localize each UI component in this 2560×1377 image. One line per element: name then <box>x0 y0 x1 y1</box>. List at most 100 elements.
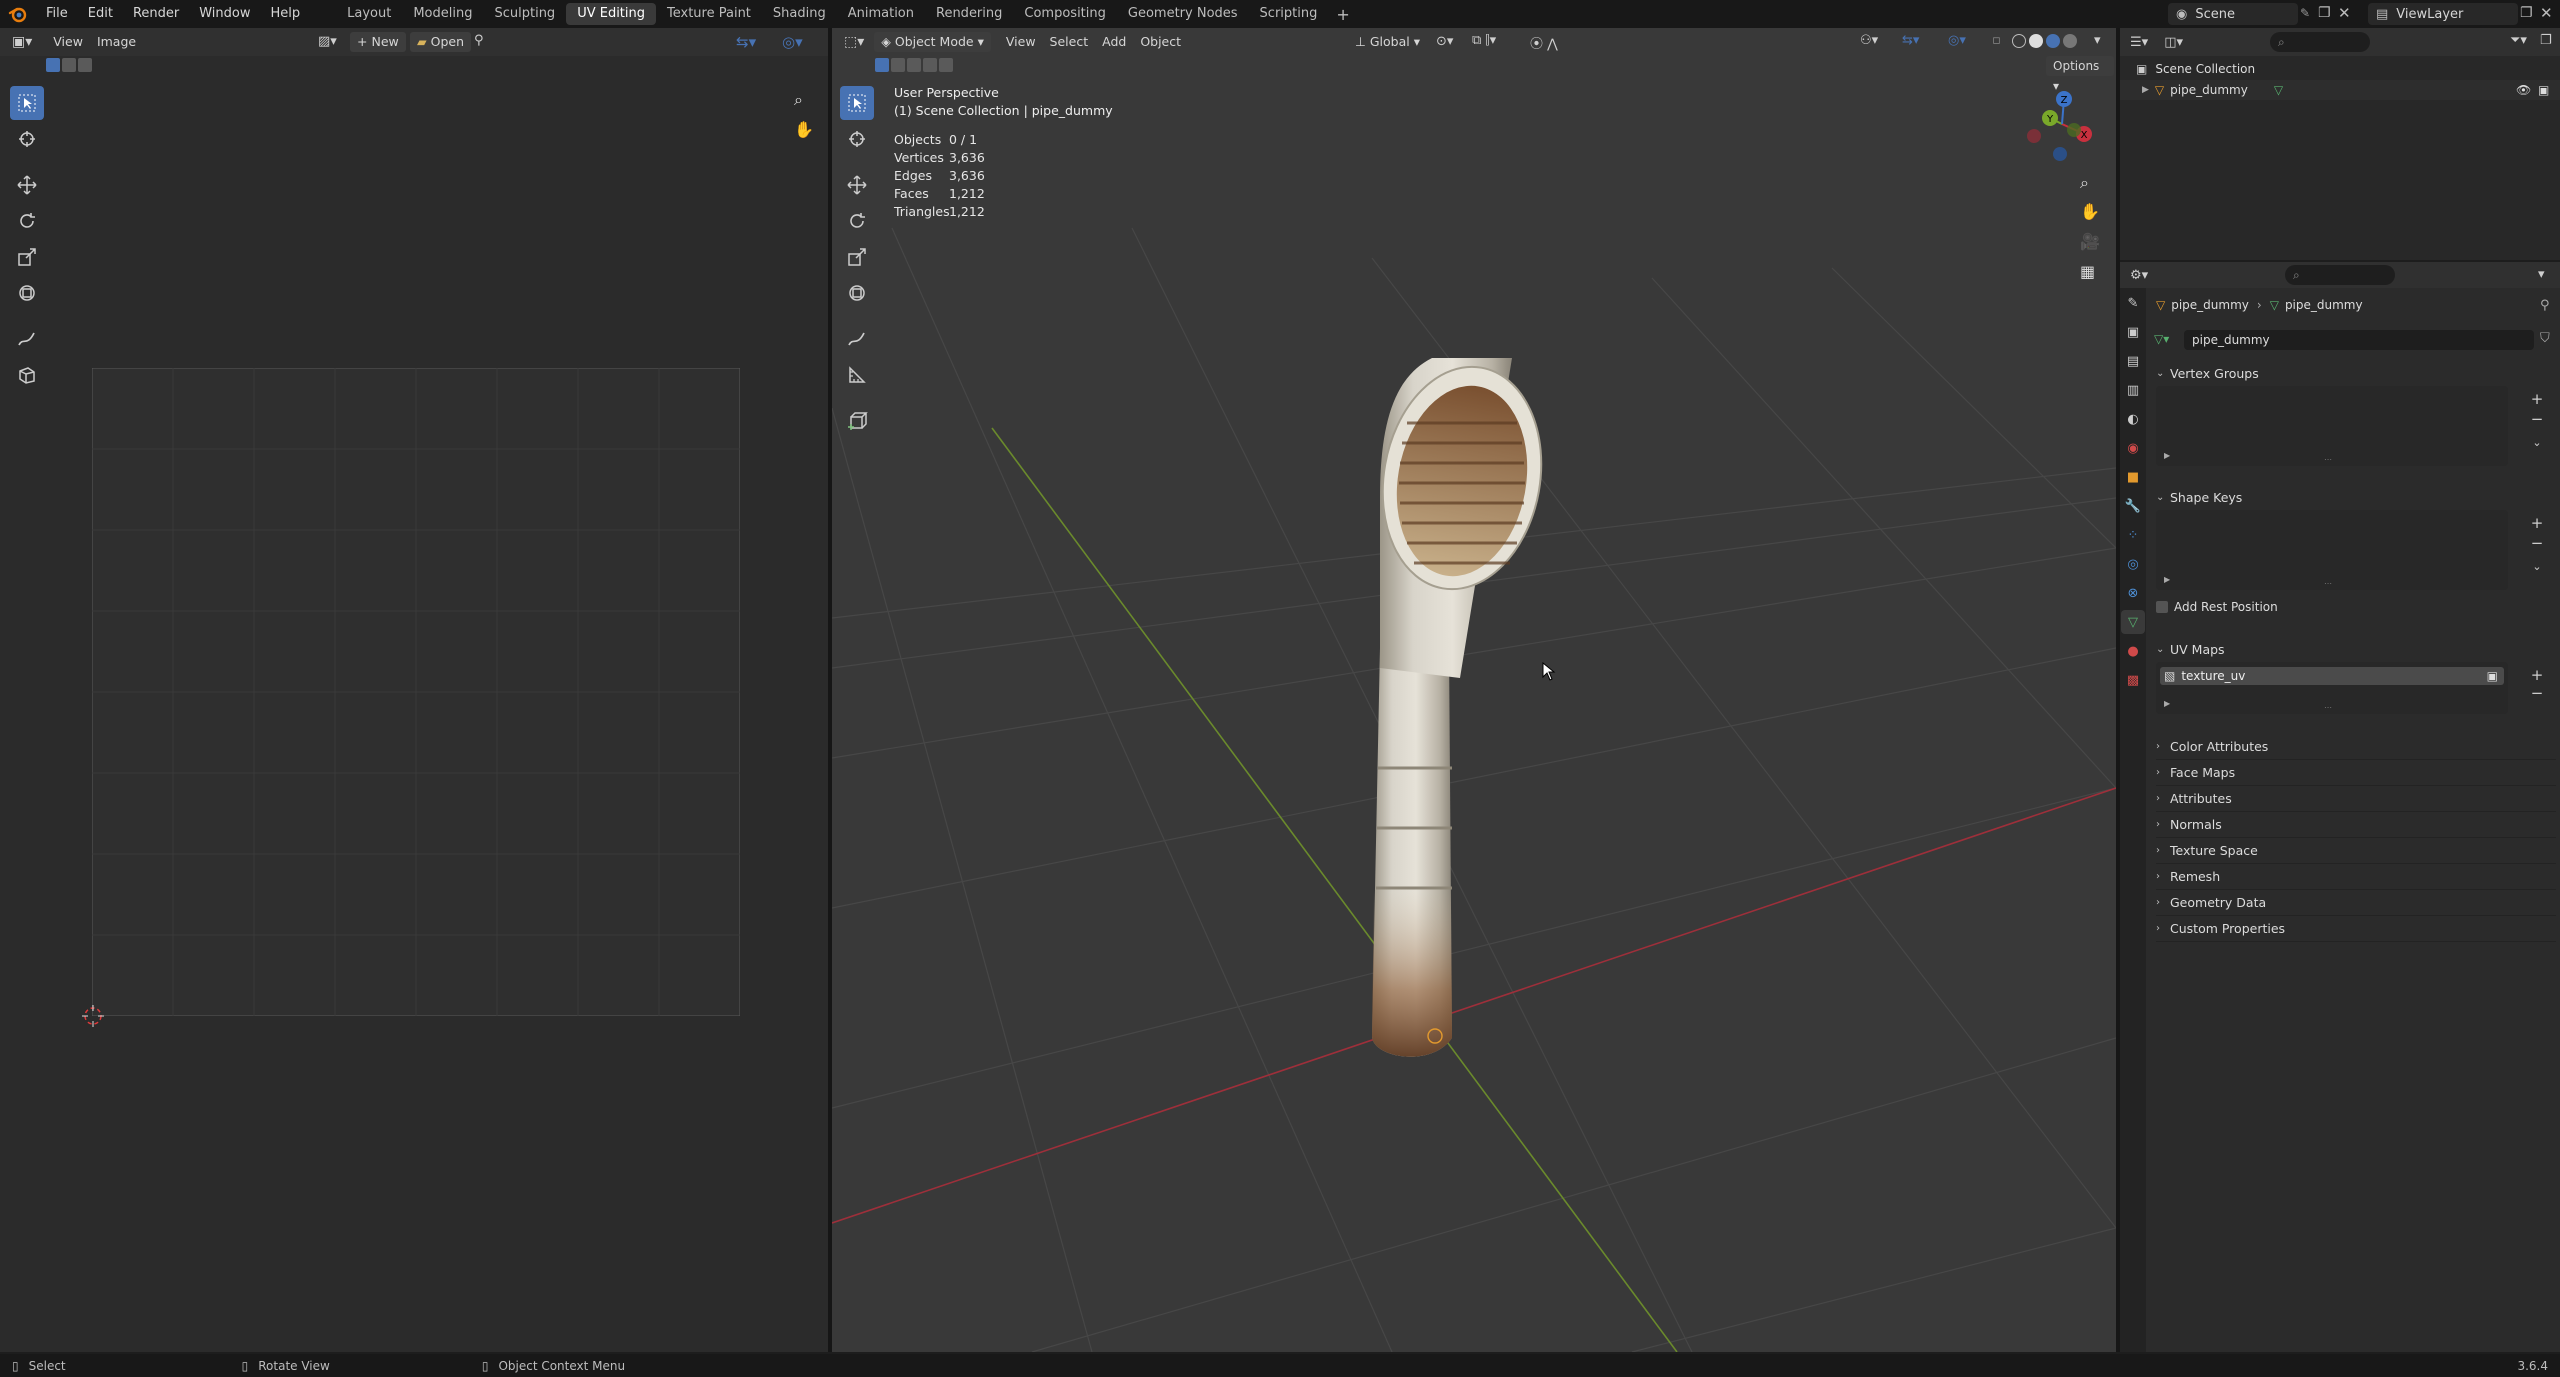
pivot-icon[interactable]: ⊙▾ <box>1436 34 1453 49</box>
expand-arrow-icon[interactable]: ▶ <box>2142 85 2149 95</box>
outliner-scene-collection[interactable]: ▣ Scene Collection <box>2136 62 2255 76</box>
add-uv-map-icon[interactable]: + <box>2528 666 2546 684</box>
mesh-data-tab-icon[interactable]: ▽ <box>2121 610 2145 634</box>
uv-cursor-tool[interactable] <box>10 122 44 156</box>
tab-rendering[interactable]: Rendering <box>925 3 1013 25</box>
properties-search-input[interactable]: ⌕ <box>2285 265 2395 285</box>
visibility-icon[interactable]: ⚇▾ <box>1860 33 1878 48</box>
blender-logo-icon[interactable] <box>8 4 28 24</box>
render-camera-icon[interactable]: ▣ <box>2538 83 2549 97</box>
uv-select-mode[interactable] <box>46 58 92 72</box>
zoom-view-icon[interactable]: ⌕ <box>2080 173 2089 193</box>
color-attributes-header[interactable]: › Color Attributes <box>2156 734 2556 760</box>
particles-tab-icon[interactable]: ⁘ <box>2121 523 2145 547</box>
view-layer-tab-icon[interactable]: ▥ <box>2121 378 2145 402</box>
cursor-tool[interactable] <box>840 122 874 156</box>
uv-overlay-icon[interactable]: ◎▾ <box>782 33 803 51</box>
active-render-camera-icon[interactable]: ▣ <box>2487 669 2498 683</box>
wireframe-shading-icon[interactable] <box>2012 34 2026 48</box>
modifier-tab-icon[interactable]: 🔧 <box>2121 494 2145 518</box>
uv-maps-header[interactable]: ⌄ UV Maps <box>2156 636 2556 662</box>
viewport-menu-select[interactable]: Select <box>1043 32 1096 52</box>
uv-rotate-tool[interactable] <box>10 204 44 238</box>
scene-tab-icon[interactable]: ◐ <box>2121 407 2145 431</box>
object-tab-icon[interactable]: ■ <box>2121 465 2145 489</box>
annotate-tool[interactable] <box>840 322 874 356</box>
menu-file[interactable]: File <box>36 0 78 28</box>
tab-geometry-nodes[interactable]: Geometry Nodes <box>1117 3 1249 25</box>
vertex-groups-header[interactable]: ⌄ Vertex Groups <box>2156 360 2556 386</box>
rendered-shading-icon[interactable] <box>2063 34 2077 48</box>
ortho-toggle-icon[interactable]: ▦ <box>2080 262 2095 281</box>
tab-layout[interactable]: Layout <box>336 3 402 25</box>
vertex-group-menu-icon[interactable]: ⌄ <box>2528 434 2546 452</box>
shape-keys-list[interactable]: ▶ ⋯ <box>2156 510 2508 590</box>
tab-uv-editing[interactable]: UV Editing <box>566 3 657 25</box>
custom-properties-header[interactable]: › Custom Properties <box>2156 916 2556 942</box>
remove-uv-map-icon[interactable]: − <box>2528 684 2546 702</box>
tab-scripting[interactable]: Scripting <box>1249 3 1329 25</box>
2d-cursor-icon[interactable] <box>80 1003 106 1029</box>
output-tab-icon[interactable]: ▤ <box>2121 349 2145 373</box>
snap-icon[interactable]: ⧉ ⫿▾ <box>1472 33 1496 48</box>
viewport-menu-object[interactable]: Object <box>1133 32 1188 52</box>
vertex-select-icon[interactable] <box>46 58 60 72</box>
uv-move-tool[interactable] <box>10 168 44 202</box>
pan-view-icon[interactable]: ✋ <box>2080 202 2100 221</box>
edge-select-icon[interactable] <box>62 58 76 72</box>
proportional-edit-icon[interactable]: ⦿ ⋀ <box>1530 33 1558 52</box>
outliner-editor-icon[interactable]: ☰▾ <box>2130 35 2148 50</box>
vp-invert-select-icon[interactable] <box>939 58 953 72</box>
new-scene-icon[interactable]: ❐ <box>2318 5 2331 21</box>
list-options-icon[interactable]: ▶ <box>2164 575 2170 584</box>
display-mode-icon[interactable]: ◫▾ <box>2164 35 2183 50</box>
uv-sync-selection-icon[interactable]: ⇆▾ <box>736 33 756 51</box>
uv-maps-list[interactable]: ▧ texture_uv ▣ ▶ ⋯ <box>2156 662 2508 714</box>
outliner-row-pipe-dummy[interactable]: ▶ ▽ pipe_dummy ▽ 👁 ▣ <box>2120 80 2560 100</box>
texture-tab-icon[interactable]: ▩ <box>2121 668 2145 692</box>
filter-icon[interactable]: ⏷▾ <box>2510 33 2527 48</box>
pin-properties-icon[interactable]: ⚲ <box>2540 298 2550 313</box>
uv-select-tool[interactable] <box>10 86 44 120</box>
measure-tool[interactable] <box>840 358 874 392</box>
uv-pan-icon[interactable]: ✋ <box>794 120 814 139</box>
select-box-tool[interactable] <box>840 86 874 120</box>
menu-window[interactable]: Window <box>189 0 260 28</box>
list-options-icon[interactable]: ▶ <box>2164 699 2170 708</box>
vp-face-select-icon[interactable] <box>907 58 921 72</box>
shape-keys-header[interactable]: ⌄ Shape Keys <box>2156 484 2556 510</box>
vertex-groups-list[interactable]: ▶ ⋯ <box>2156 386 2508 466</box>
tab-sculpting[interactable]: Sculpting <box>483 3 566 25</box>
face-select-icon[interactable] <box>78 58 92 72</box>
fake-user-shield-icon[interactable]: ⛉ <box>2540 331 2550 346</box>
image-browse-icon[interactable]: ▨▾ <box>318 34 337 49</box>
uv-menu-view[interactable]: View <box>46 32 90 52</box>
navigation-gizmo[interactable]: X Y Z <box>2022 84 2102 164</box>
object-mode-dropdown[interactable]: ◈ Object Mode ▾ <box>874 32 991 52</box>
camera-view-icon[interactable]: 🎥 <box>2080 232 2100 251</box>
shape-key-menu-icon[interactable]: ⌄ <box>2528 558 2546 576</box>
tool-tab-icon[interactable]: ✎ <box>2121 291 2145 315</box>
menu-help[interactable]: Help <box>261 0 311 28</box>
transform-tool[interactable] <box>840 276 874 310</box>
viewport-editor-type-icon[interactable]: ⬚▾ <box>844 34 864 50</box>
new-collection-icon[interactable]: ❐ <box>2540 33 2552 48</box>
uv-transform-tool[interactable] <box>10 276 44 310</box>
solid-shading-icon[interactable] <box>2029 34 2043 48</box>
pin-scene-icon[interactable]: ✎ <box>2300 6 2310 20</box>
view-layer-selector[interactable]: ▤ ViewLayer <box>2368 3 2518 25</box>
remove-scene-icon[interactable]: ✕ <box>2338 4 2351 22</box>
scale-tool[interactable] <box>840 240 874 274</box>
vp-intersect-select-icon[interactable] <box>923 58 937 72</box>
tab-shading[interactable]: Shading <box>762 3 837 25</box>
mesh-name-field[interactable]: pipe_dummy <box>2184 330 2534 350</box>
texture-space-header[interactable]: › Texture Space <box>2156 838 2556 864</box>
list-resize-handle-icon[interactable]: ⋯ <box>2324 579 2332 588</box>
move-tool[interactable] <box>840 168 874 202</box>
new-image-button[interactable]: + New <box>350 32 406 52</box>
add-cube-tool[interactable] <box>840 404 874 438</box>
tab-modeling[interactable]: Modeling <box>402 3 483 25</box>
physics-tab-icon[interactable]: ◎ <box>2121 552 2145 576</box>
material-tab-icon[interactable]: ● <box>2121 639 2145 663</box>
uv-zoom-icon[interactable]: ⌕ <box>794 90 803 110</box>
